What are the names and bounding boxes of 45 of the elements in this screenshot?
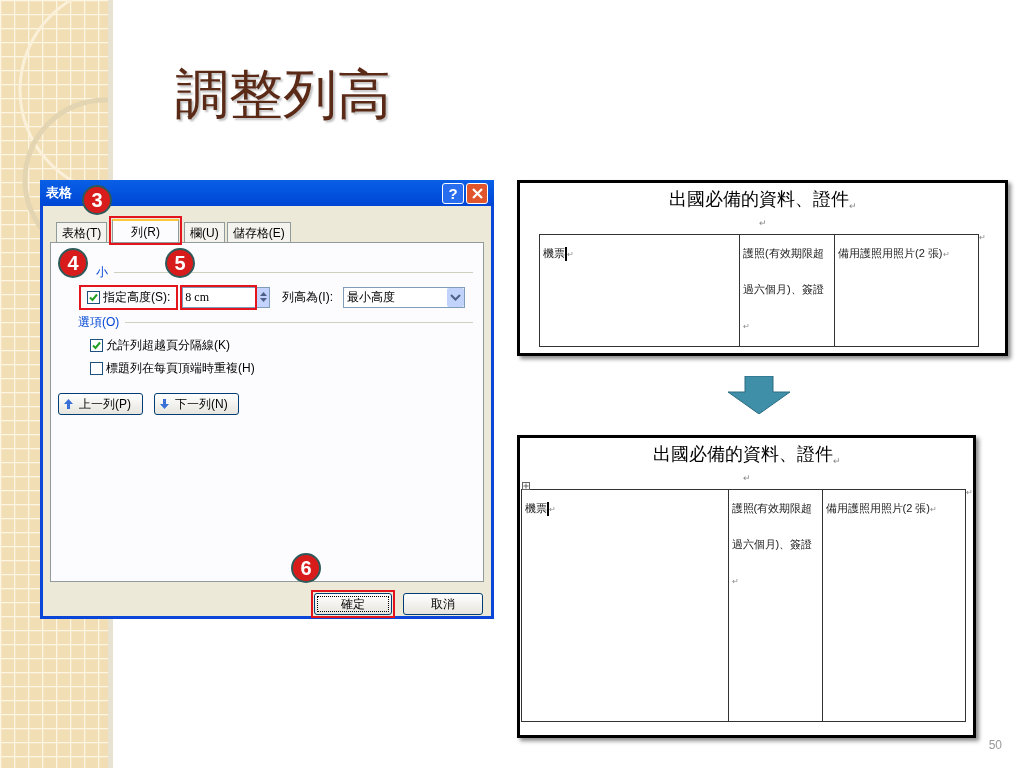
paragraph-mark: ↵	[758, 219, 767, 228]
paragraph-mark: ↵	[832, 455, 841, 468]
checkbox-label: 標題列在每頁頂端時重複(H)	[106, 360, 255, 377]
paragraph-mark: ↵	[848, 200, 857, 213]
checkbox[interactable]	[90, 338, 103, 352]
cell-end-mark: ↵	[548, 505, 556, 514]
cell-text: 機票	[543, 247, 565, 259]
document-heading: 出國必備的資料、證件	[668, 188, 849, 211]
document-heading: 出國必備的資料、證件	[652, 443, 833, 466]
tab[interactable]: 表格(T)	[56, 222, 108, 242]
help-button[interactable]: ?	[442, 182, 464, 204]
nav-button[interactable]: 上一列(P)	[58, 393, 143, 415]
slide-title: 調整列高	[175, 63, 392, 126]
cell-text: 護照(有效期限超過六個月)、簽證 ↵	[743, 247, 824, 331]
cell-end-mark: ↵	[567, 250, 574, 259]
nav-button[interactable]: 下一列(N)	[154, 393, 239, 415]
row-height-select[interactable]: 最小高度	[343, 286, 465, 308]
row-height-label: 列高為(I):	[282, 289, 333, 306]
step-badge: 3	[82, 185, 112, 215]
tab[interactable]: 儲存格(E)	[226, 222, 291, 242]
checkbox[interactable]	[90, 361, 103, 375]
page-number: 50	[988, 737, 1002, 754]
dialog-button[interactable]: 確定	[314, 593, 392, 615]
cell-text: 備用護照用照片(2 張)↵	[825, 502, 937, 514]
row-end-mark: ↵	[979, 234, 986, 242]
group-label: 選項(O)	[78, 314, 120, 331]
down-arrow-icon	[727, 376, 790, 414]
row-end-mark: ↵	[965, 489, 973, 497]
tab[interactable]: 列(R)	[112, 219, 179, 242]
close-button[interactable]	[466, 182, 488, 204]
window-title: 表格	[46, 184, 72, 203]
dialog-button[interactable]: 取消	[403, 593, 483, 615]
dropdown-icon	[447, 287, 464, 307]
cell-text: 備用護照用照片(2 張)↵	[838, 247, 950, 259]
checkbox-label: 指定高度(S):	[103, 289, 171, 306]
checkbox[interactable]	[87, 290, 100, 304]
paragraph-mark: ↵	[742, 474, 751, 483]
group-label: 小	[96, 264, 108, 281]
cell-text: 護照(有效期限超過六個月)、簽證 ↵	[731, 502, 813, 586]
up-arrow-icon	[64, 399, 73, 409]
down-arrow-icon	[160, 399, 169, 409]
cell-text: 機票	[524, 502, 547, 514]
tab[interactable]: 欄(U)	[184, 222, 225, 242]
checkbox-label: 允許列超越頁分隔線(K)	[106, 337, 230, 354]
close-icon	[471, 187, 483, 199]
